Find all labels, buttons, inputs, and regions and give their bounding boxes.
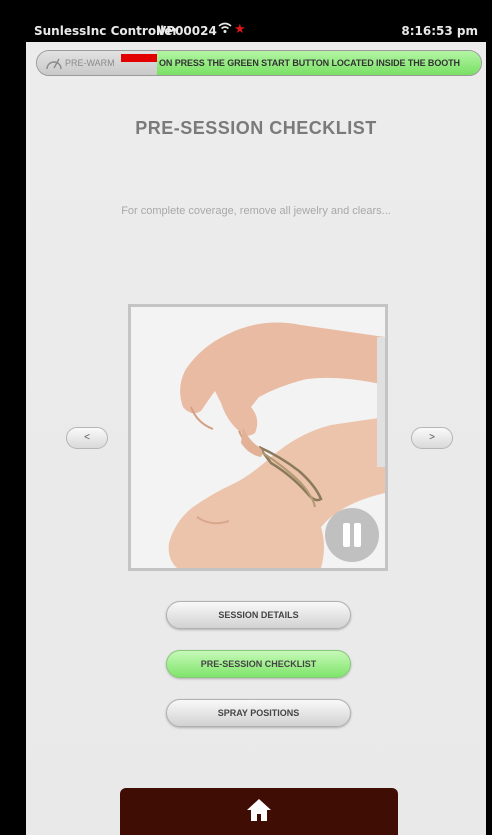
home-icon <box>247 799 271 821</box>
alert-icon: ★ <box>234 22 246 37</box>
device-bezel-left <box>0 0 26 835</box>
home-bar[interactable] <box>120 788 398 835</box>
wifi-icon <box>218 22 232 33</box>
pause-icon-bar <box>354 523 361 547</box>
clock: 8:16:53 pm <box>401 24 478 38</box>
device-id: VP00024 <box>157 24 217 38</box>
prewarm-progress-bar: PRE-WARM ON PRESS THE GREEN START BUTTON… <box>36 50 482 76</box>
gauge-icon <box>46 58 62 70</box>
status-bar: SunlessInc Controller VP00024 ★ 8:16:53 … <box>26 0 486 42</box>
prewarm-redaction <box>121 54 157 62</box>
app-screen: PRE-WARM ON PRESS THE GREEN START BUTTON… <box>26 42 486 835</box>
checklist-caption: For complete coverage, remove all jewelr… <box>121 205 391 217</box>
device-bezel-right <box>486 0 492 835</box>
page-title: PRE-SESSION CHECKLIST <box>135 118 377 138</box>
session-details-button[interactable]: SESSION DETAILS <box>166 601 351 629</box>
checklist-photo <box>128 304 388 571</box>
spray-positions-button[interactable]: SPRAY POSITIONS <box>166 699 351 727</box>
previous-slide-button[interactable]: < <box>66 427 108 449</box>
prewarm-message: ON PRESS THE GREEN START BUTTON LOCATED … <box>159 58 460 68</box>
pre-session-checklist-button[interactable]: PRE-SESSION CHECKLIST <box>166 650 351 678</box>
pause-icon <box>343 523 350 547</box>
next-slide-button[interactable]: > <box>411 427 453 449</box>
prewarm-label: PRE-WARM <box>65 58 115 68</box>
pause-button[interactable] <box>325 508 379 562</box>
